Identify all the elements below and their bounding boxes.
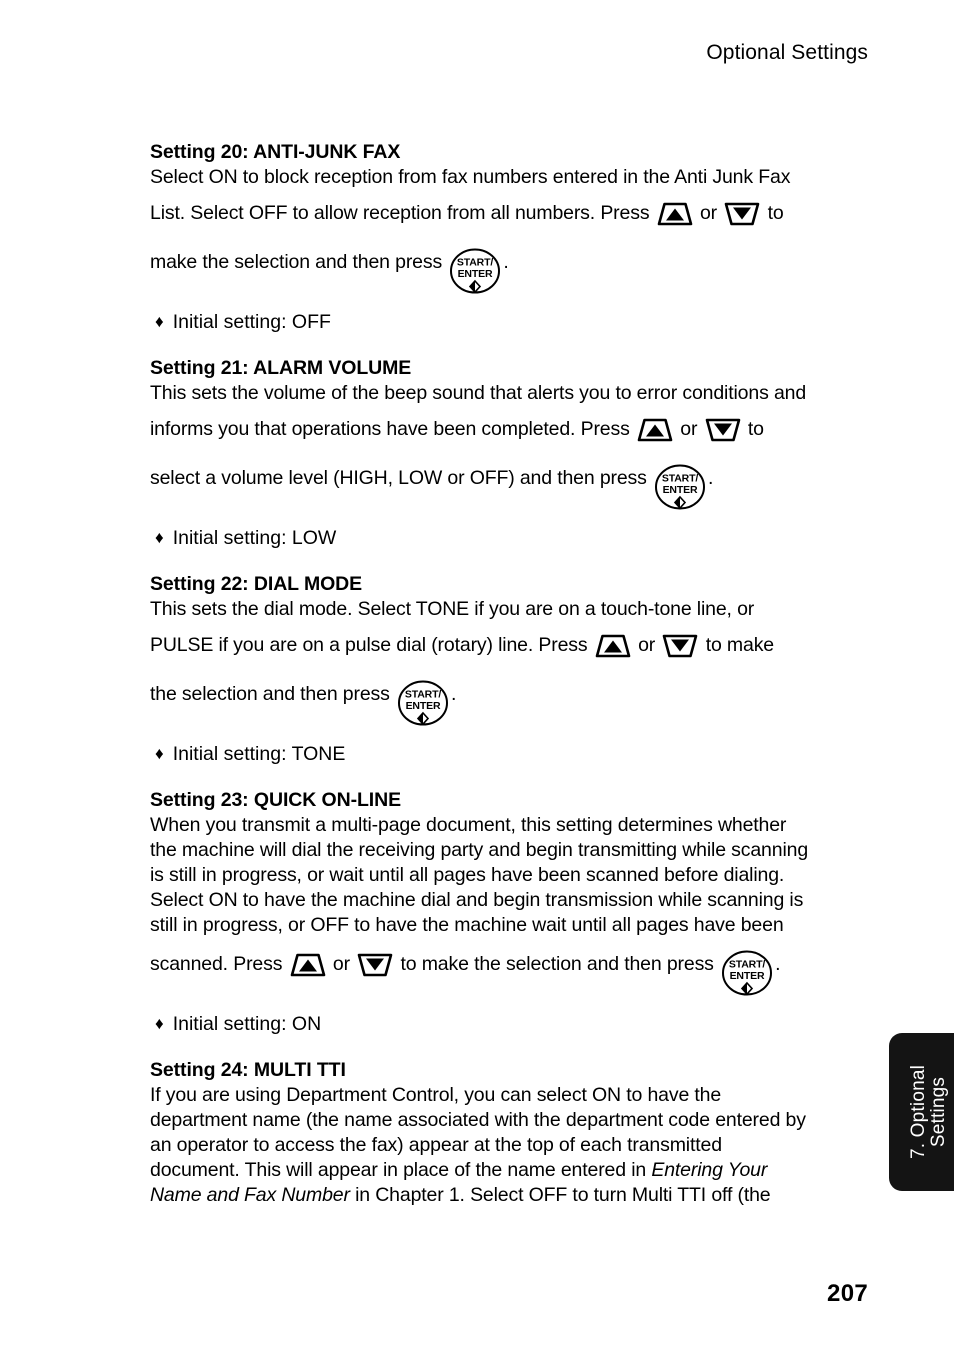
text-run: PULSE if you are on a pulse dial (rotary… (150, 634, 588, 656)
initial-setting-label: Initial setting: OFF (172, 311, 331, 333)
chapter-thumb-tab: 7. Optional Settings (889, 1033, 954, 1191)
text-line-with-keys: informs you that operations have been co… (150, 406, 856, 452)
text-run: or (680, 418, 698, 440)
text-line-with-keys: PULSE if you are on a pulse dial (rotary… (150, 622, 856, 668)
text-run: or (699, 202, 718, 224)
text-run: to (767, 202, 784, 224)
text-line: department name (the name associated wit… (150, 1109, 806, 1131)
text-run: scanned. Press (150, 953, 283, 975)
svg-text:START/: START/ (662, 472, 698, 484)
diamond-bullet-icon: ♦ (155, 1014, 164, 1033)
text-run: . (451, 683, 457, 705)
svg-text:ENTER: ENTER (458, 268, 493, 280)
section-body-setting-21: This sets the volume of the beep sound t… (150, 381, 856, 510)
text-run: or (332, 953, 350, 975)
manual-page: Optional Settings Setting 20: ANTI-JUNK … (0, 0, 954, 1352)
down-arrow-key-icon[interactable] (724, 201, 760, 227)
text-line: still in progress, or OFF to have the ma… (150, 914, 784, 936)
text-run: informs you that operations have been co… (150, 418, 630, 440)
chapter-thumb-tab-label: 7. Optional Settings (908, 1064, 949, 1160)
text-line: Name and Fax Number in Chapter 1. Select… (150, 1183, 856, 1208)
section-body-setting-20: Select ON to block reception from fax nu… (150, 165, 856, 294)
svg-text:START/: START/ (729, 958, 765, 970)
text-line-with-keys: List. Select OFF to allow reception from… (150, 190, 856, 236)
text-run: or (638, 634, 656, 656)
section-body-setting-23: When you transmit a multi-page document,… (150, 813, 856, 996)
text-run: . (708, 467, 714, 489)
text-run: to make the selection and then press (400, 953, 714, 975)
italic-title-run: Entering Your (651, 1159, 768, 1181)
text-line: If you are using Department Control, you… (150, 1084, 722, 1106)
section-body-setting-24: If you are using Department Control, you… (150, 1083, 856, 1208)
text-run: . (775, 953, 781, 975)
text-line-with-keys: make the selection and then press START/… (150, 236, 856, 294)
text-line: is still in progress, or wait until all … (150, 864, 785, 886)
svg-text:START/: START/ (405, 688, 441, 700)
text-line: When you transmit a multi-page document,… (150, 814, 787, 836)
text-line-with-keys: select a volume level (HIGH, LOW or OFF)… (150, 452, 856, 510)
diamond-bullet-icon: ♦ (155, 528, 164, 547)
initial-setting-20: ♦ Initial setting: OFF (150, 309, 856, 335)
text-run: . (503, 251, 509, 273)
up-arrow-key-icon[interactable] (657, 201, 693, 227)
text-line: This sets the dial mode. Select TONE if … (150, 598, 755, 620)
text-line: Select ON to have the machine dial and b… (150, 889, 804, 911)
section-title-setting-20: Setting 20: ANTI-JUNK FAX (150, 141, 401, 163)
diamond-bullet-icon: ♦ (155, 744, 164, 763)
text-run: to make (705, 634, 775, 656)
initial-setting-label: Initial setting: ON (172, 1013, 322, 1035)
svg-text:ENTER: ENTER (663, 484, 698, 496)
svg-text:ENTER: ENTER (730, 970, 765, 982)
running-head: Optional Settings (706, 41, 868, 64)
initial-setting-23: ♦ Initial setting: ON (150, 1011, 856, 1037)
initial-setting-label: Initial setting: LOW (172, 527, 337, 549)
initial-setting-21: ♦ Initial setting: LOW (150, 525, 856, 551)
text-line: the machine will dial the receiving part… (150, 839, 809, 861)
text-run: document. This will appear in place of t… (150, 1159, 652, 1181)
down-arrow-key-icon[interactable] (705, 417, 741, 443)
start-enter-key-icon[interactable]: START/ENTER (654, 464, 706, 510)
page-number: 207 (827, 1280, 868, 1307)
up-arrow-key-icon[interactable] (595, 633, 631, 659)
down-arrow-key-icon[interactable] (357, 952, 393, 978)
text-line: This sets the volume of the beep sound t… (150, 382, 807, 404)
svg-text:START/: START/ (457, 256, 493, 268)
text-run: in Chapter 1. Select OFF to turn Multi T… (349, 1184, 771, 1206)
section-title-setting-22: Setting 22: DIAL MODE (150, 573, 363, 595)
text-line: document. This will appear in place of t… (150, 1158, 856, 1183)
text-run: make the selection and then press (150, 251, 443, 273)
section-title-setting-23: Setting 23: QUICK ON-LINE (150, 789, 402, 811)
section-body-setting-22: This sets the dial mode. Select TONE if … (150, 597, 856, 726)
text-run: to (747, 418, 764, 440)
initial-setting-label: Initial setting: TONE (172, 743, 346, 765)
section-title-setting-24: Setting 24: MULTI TTI (150, 1059, 346, 1081)
start-enter-key-icon[interactable]: START/ENTER (449, 248, 501, 294)
text-line: an operator to access the fax) appear at… (150, 1134, 722, 1156)
text-line-with-keys: scanned. Press or to make the selection … (150, 938, 856, 996)
section-title-setting-21: Setting 21: ALARM VOLUME (150, 357, 412, 379)
diamond-bullet-icon: ♦ (155, 312, 164, 331)
italic-title-run: Name and Fax Number (150, 1184, 350, 1206)
up-arrow-key-icon[interactable] (637, 417, 673, 443)
text-run: List. Select OFF to allow reception from… (150, 202, 650, 224)
text-run: select a volume level (HIGH, LOW or OFF)… (150, 467, 647, 489)
text-run: the selection and then press (150, 683, 390, 705)
text-line: Select ON to block reception from fax nu… (150, 166, 791, 188)
start-enter-key-icon[interactable]: START/ENTER (721, 950, 773, 996)
svg-text:ENTER: ENTER (406, 700, 441, 712)
down-arrow-key-icon[interactable] (662, 633, 698, 659)
page-content: Setting 20: ANTI-JUNK FAX Select ON to b… (150, 140, 856, 1208)
initial-setting-22: ♦ Initial setting: TONE (150, 741, 856, 767)
start-enter-key-icon[interactable]: START/ENTER (397, 680, 449, 726)
text-line-with-keys: the selection and then press START/ENTER… (150, 668, 856, 726)
up-arrow-key-icon[interactable] (290, 952, 326, 978)
